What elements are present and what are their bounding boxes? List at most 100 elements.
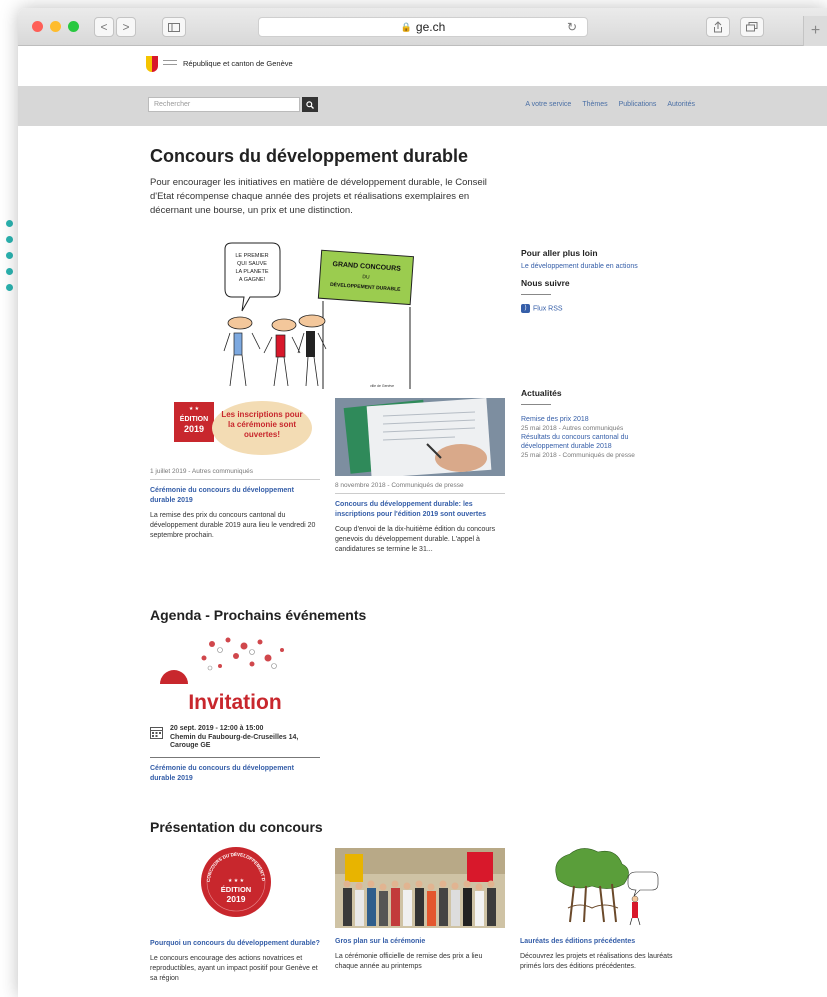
badge-edition: ÉDITION	[180, 414, 208, 423]
zoom-window-button[interactable]	[68, 21, 79, 32]
presentation-link[interactable]: Gros plan sur la cérémonie	[335, 937, 505, 947]
event-date: 20 sept. 2019 - 12:00 à 15:00	[170, 725, 264, 732]
presentation-text: Découvrez les projets et réalisations de…	[520, 953, 673, 970]
news-list: Remise des prix 2018 25 mai 2018 - Autre…	[521, 415, 691, 460]
svg-text:★ ★: ★ ★	[189, 406, 200, 412]
event-link[interactable]: Cérémonie du concours du développement d…	[150, 764, 320, 784]
close-window-button[interactable]	[32, 21, 43, 32]
page-intro: Pour encourager les initiatives en matiè…	[150, 177, 487, 216]
ceremony-group-photo	[335, 848, 505, 928]
divider	[521, 294, 551, 295]
news-meta: 8 novembre 2018 - Communiqués de presse	[335, 482, 464, 489]
presentation-title: Présentation du concours	[150, 819, 323, 835]
geneva-crest-logo[interactable]	[146, 56, 158, 72]
edition-2019-inscriptions-image: ★ ★ ÉDITION 2019 Les inscriptions pour l…	[150, 398, 320, 460]
news-summary: La remise des prix du concours cantonal …	[150, 512, 316, 539]
reload-icon[interactable]: ↻	[567, 20, 577, 34]
invitation-text: Invitation	[188, 691, 281, 714]
invitation-image: Invitation	[150, 634, 320, 718]
event-place: Chemin du Faubourg-de-Cruseilles 14, Car…	[170, 733, 299, 750]
presentation-link[interactable]: Lauréats des éditions précédentes	[520, 937, 690, 947]
agenda-event-card[interactable]: Invitation 20 sept. 2019 - 12:00 à 15:00…	[150, 634, 320, 784]
tabs-icon	[746, 22, 758, 32]
agenda-title: Agenda - Prochains événements	[150, 607, 367, 623]
decorative-dot	[6, 284, 13, 291]
news-title: Actualités	[521, 388, 562, 398]
share-icon	[714, 21, 722, 33]
right-sidebar: Pour aller plus loin Le développement du…	[521, 248, 691, 460]
presentation-card[interactable]: Lauréats des éditions précédentes Découv…	[520, 846, 690, 972]
rss-label: Flux RSS	[533, 305, 563, 313]
badge-year: 2019	[184, 424, 204, 434]
divider	[335, 493, 505, 494]
news-card[interactable]: ★ ★ ÉDITION 2019 Les inscriptions pour l…	[150, 398, 320, 541]
news-title-link[interactable]: Cérémonie du concours du développement d…	[150, 486, 320, 506]
sidebar-icon	[168, 22, 180, 32]
calendar-icon	[150, 727, 163, 739]
news-item-meta: 25 mai 2018 - Autres communiqués	[521, 425, 624, 432]
nav-link-services[interactable]: A votre service	[525, 101, 571, 108]
tabs-overview-button[interactable]	[740, 17, 764, 37]
inscriptions-bubble-text: Les inscriptions pour la cérémonie sont …	[221, 410, 303, 439]
back-button[interactable]: <	[94, 17, 114, 37]
forward-button[interactable]: >	[116, 17, 136, 37]
event-details: 20 sept. 2019 - 12:00 à 15:00 Chemin du …	[150, 725, 320, 751]
further-title: Pour aller plus loin	[521, 248, 598, 258]
browser-window: < > 🔒 ge.ch ↻ + République et canton de …	[18, 8, 827, 997]
divider	[521, 404, 551, 405]
news-summary: Coup d'envoi de la dix-huitième édition …	[335, 526, 496, 553]
search-input[interactable]: Rechercher	[148, 97, 300, 112]
news-card[interactable]: 8 novembre 2018 - Communiqués de presse …	[335, 397, 505, 555]
rss-icon: )	[521, 304, 530, 313]
sidebar-toggle-button[interactable]	[162, 17, 186, 37]
presentation-link[interactable]: Pourquoi un concours du développement du…	[150, 939, 320, 949]
decorative-dot	[6, 220, 13, 227]
nav-link-themes[interactable]: Thèmes	[582, 101, 607, 108]
news-title-link[interactable]: Concours du développement durable: les i…	[335, 500, 505, 520]
site-name-link[interactable]: République et canton de Genève	[183, 59, 293, 68]
news-item-link[interactable]: Remise des prix 2018	[521, 415, 691, 424]
share-button[interactable]	[706, 17, 730, 37]
badge-edition: ÉDITION	[221, 885, 251, 894]
divider	[150, 479, 320, 480]
divider	[150, 756, 320, 758]
trees-cartoon-image	[520, 846, 690, 926]
url-text: ge.ch	[415, 20, 446, 34]
presentation-text: Le concours encourage des actions novatr…	[150, 955, 318, 982]
news-item-meta: 25 mai 2018 - Communiqués de presse	[521, 452, 635, 459]
news-item-link[interactable]: Résultats du concours cantonal du dévelo…	[521, 433, 661, 451]
nav-link-authorities[interactable]: Autorités	[667, 101, 695, 108]
presentation-card[interactable]: CONCOURS DU DÉVELOPPEMENT DURABLE ★ ★ ★ …	[148, 838, 320, 984]
presentation-card[interactable]: Gros plan sur la cérémonie La cérémonie …	[335, 848, 505, 972]
page-title: Concours du développement durable	[150, 146, 469, 166]
logo-line	[163, 64, 177, 65]
decorative-dot	[6, 252, 13, 259]
edition-2019-badge-image: CONCOURS DU DÉVELOPPEMENT DURABLE ★ ★ ★ …	[148, 838, 271, 917]
site-navigation-bar: Rechercher A votre service Thèmes Public…	[18, 86, 827, 126]
nav-link-publications[interactable]: Publications	[619, 101, 657, 108]
browser-toolbar: < > 🔒 ge.ch ↻ +	[18, 8, 827, 46]
cartoon-banner-line2: DU	[362, 274, 370, 281]
badge-year: 2019	[227, 894, 246, 904]
cartoon-signature: ville de Genève	[370, 384, 394, 388]
news-meta: 1 juillet 2019 - Autres communiqués	[150, 468, 253, 475]
main-content: Concours du développement durable Pour e…	[148, 126, 690, 982]
search-button[interactable]	[302, 97, 318, 112]
further-link[interactable]: Le développement durable en actions	[521, 263, 691, 270]
contest-cartoon-image: LE PREMIER QUI SAUVE LA PLANETE A GAGNE! GR…	[220, 241, 420, 391]
presentation-text: La cérémonie officielle de remise des pr…	[335, 953, 483, 970]
site-header: République et canton de Genève	[18, 46, 827, 86]
lock-icon: 🔒	[400, 21, 412, 32]
decorative-dot	[6, 268, 13, 275]
rss-link[interactable]: ) Flux RSS	[521, 304, 691, 313]
address-bar[interactable]: 🔒 ge.ch ↻	[258, 17, 588, 37]
svg-text:★ ★ ★: ★ ★ ★	[228, 878, 245, 884]
follow-title: Nous suivre	[521, 278, 570, 288]
signing-document-photo	[335, 397, 505, 479]
top-nav-links: A votre service Thèmes Publications Auto…	[525, 101, 695, 108]
logo-line	[163, 60, 177, 61]
minimize-window-button[interactable]	[50, 21, 61, 32]
new-tab-button[interactable]: +	[803, 16, 827, 46]
search-icon	[306, 100, 314, 109]
decorative-dot	[6, 236, 13, 243]
